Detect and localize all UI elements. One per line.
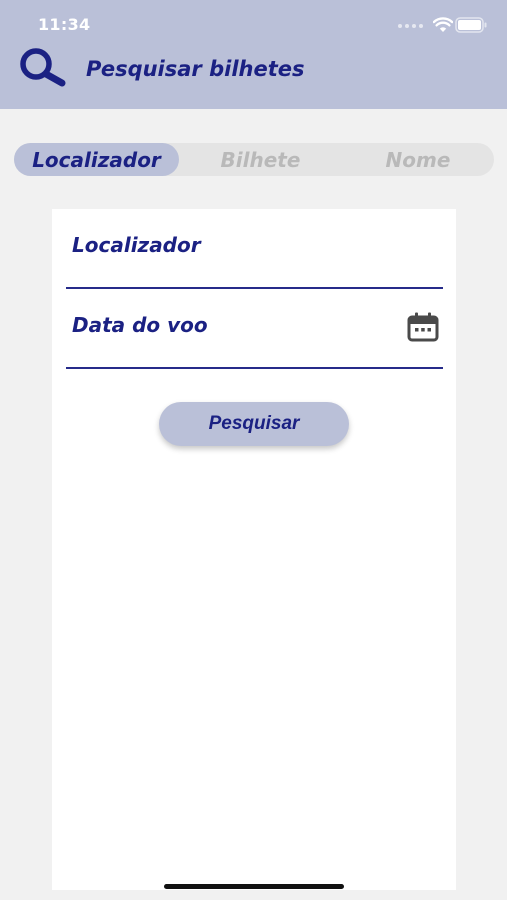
tab-bilhete[interactable]: Bilhete — [179, 143, 342, 176]
home-indicator[interactable] — [164, 884, 344, 889]
tab-nome[interactable]: Nome — [342, 143, 494, 176]
status-time: 11:34 — [38, 15, 91, 34]
search-icon — [20, 48, 66, 87]
tab-localizador[interactable]: Localizador — [14, 143, 179, 176]
localizador-field[interactable]: Localizador — [66, 209, 443, 289]
app-header: 11:34 Pesquisar bilhetes — [0, 0, 507, 109]
localizador-placeholder: Localizador — [72, 233, 201, 257]
wifi-icon — [433, 17, 453, 32]
page-title: Pesquisar bilhetes — [86, 57, 305, 81]
flight-date-placeholder: Data do voo — [72, 313, 208, 337]
signal-icon — [398, 24, 423, 28]
search-type-segmented-control: Localizador Bilhete Nome — [14, 143, 494, 176]
search-button[interactable]: Pesquisar — [159, 402, 349, 446]
calendar-icon[interactable] — [407, 312, 439, 342]
search-form-card: Localizador Data do voo Pesquisar — [52, 209, 456, 890]
battery-icon — [455, 17, 487, 33]
flight-date-field[interactable]: Data do voo — [66, 289, 443, 369]
